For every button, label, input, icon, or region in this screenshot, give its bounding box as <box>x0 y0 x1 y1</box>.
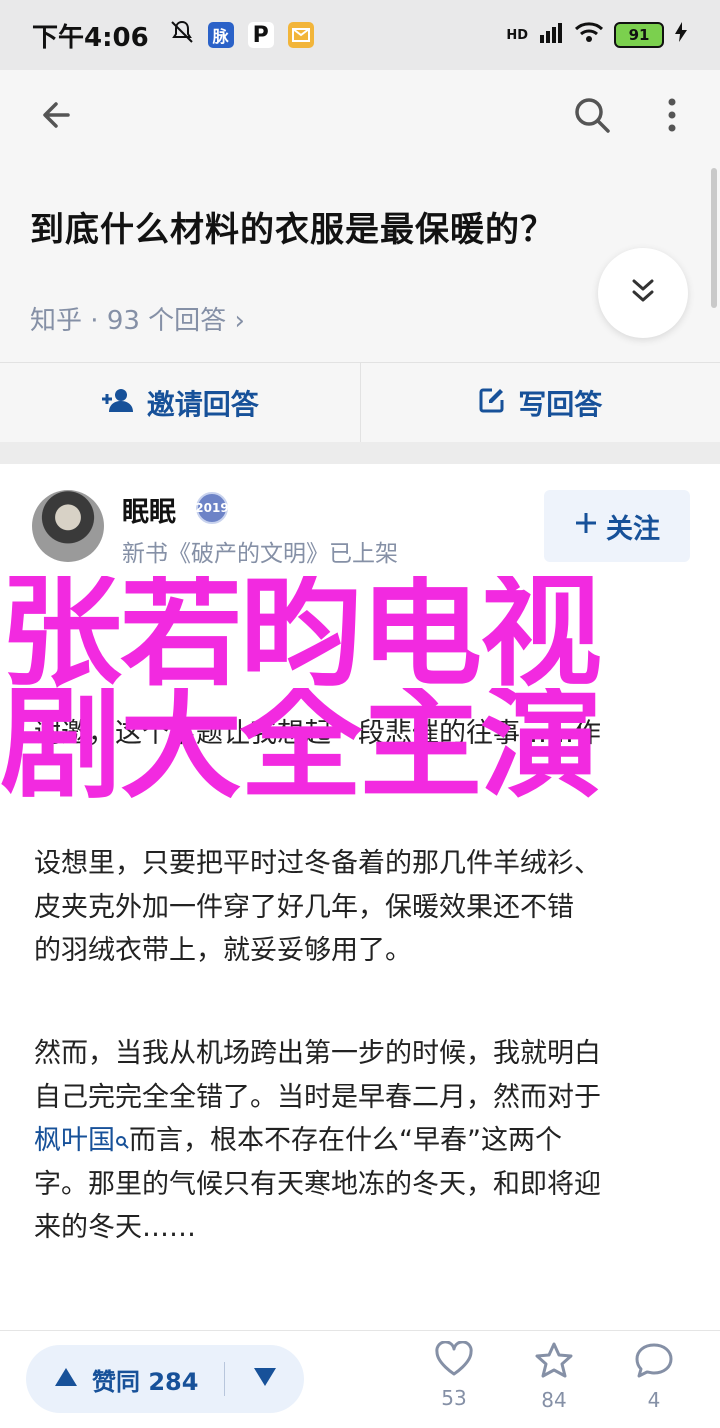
comment-button[interactable]: 4 <box>614 1341 694 1412</box>
para2-line: 自己完完全全错了。当时是早春二月，然而对于 <box>34 1076 694 1120</box>
comment-count: 4 <box>614 1388 694 1412</box>
question-header: 到底什么材料的衣服是最保暖的？ 知乎 · 93 个回答 › <box>0 160 720 360</box>
para1-line: 的羽绒衣带上，就妥妥够用了。 <box>34 929 694 973</box>
answer-card: 眠眠 2019 新书《破产的文明》已上架 关注 谢邀，这个话题让我想起一段悲催的… <box>0 464 720 1330</box>
answer-para1[interactable]: 设想里，只要把平时过冬备着的那几件羊绒衫、 皮夹克外加一件穿了好几年，保暖效果还… <box>34 842 694 973</box>
vote-group: 赞同 284 <box>26 1345 304 1413</box>
favorite-button[interactable]: 84 <box>514 1341 594 1412</box>
expand-button[interactable] <box>598 248 688 338</box>
like-button[interactable]: 53 <box>414 1341 494 1410</box>
upvote-button[interactable]: 赞同 284 <box>26 1362 224 1397</box>
answer-body[interactable]: 谢邀，这个话题让我想起一段悲催的往事……作 <box>34 712 694 756</box>
app-bar <box>0 70 720 160</box>
back-arrow-icon[interactable] <box>26 85 86 145</box>
signal-icon <box>538 20 564 50</box>
heart-icon <box>434 1358 474 1382</box>
para2-line: 枫叶国而言，根本不存在什么“早春”这两个 <box>34 1119 694 1163</box>
meta-dot: · <box>82 306 107 336</box>
answer-partial-line: 谢邀，这个话题让我想起一段悲催的往事……作 <box>34 712 694 756</box>
mute-icon <box>169 19 195 52</box>
write-answer-label: 写回答 <box>518 383 602 423</box>
follow-button[interactable]: 关注 <box>544 490 690 562</box>
question-title[interactable]: 到底什么材料的衣服是最保暖的？ <box>30 202 555 251</box>
network-type: HD <box>506 28 528 43</box>
like-count: 53 <box>414 1386 494 1410</box>
chevron-right-icon: › <box>234 306 244 336</box>
author-name[interactable]: 眠眠 <box>122 490 176 529</box>
triangle-down-icon <box>253 1367 277 1391</box>
comment-icon <box>634 1360 674 1384</box>
add-person-icon <box>101 387 135 420</box>
avatar[interactable] <box>32 490 104 562</box>
answer-para2[interactable]: 然而，当我从机场跨出第一步的时候，我就明白 自己完完全全错了。当时是早春二月，然… <box>34 1032 694 1250</box>
link-search-icon <box>115 1125 129 1156</box>
edit-icon <box>478 386 506 421</box>
para2-line: 来的冬天…… <box>34 1206 694 1250</box>
wifi-icon <box>574 20 604 50</box>
battery-level: 91 <box>629 26 650 44</box>
author-headline: 新书《破产的文明》已上架 <box>122 534 398 568</box>
para1-line: 皮夹克外加一件穿了好几年，保暖效果还不错 <box>34 886 694 930</box>
keyword-link[interactable]: 枫叶国 <box>34 1125 115 1156</box>
para1-line: 设想里，只要把平时过冬备着的那几件羊绒衫、 <box>34 842 694 886</box>
question-actions: 邀请回答 写回答 <box>0 362 720 444</box>
write-answer-button[interactable]: 写回答 <box>361 363 720 443</box>
para2-line: 字。那里的气候只有天寒地冻的冬天，和即将迎 <box>34 1163 694 1207</box>
plus-icon <box>574 511 598 542</box>
question-meta[interactable]: 知乎 · 93 个回答 › <box>30 300 245 337</box>
bottom-action-bar: 赞同 284 53 84 4 <box>0 1330 720 1428</box>
app-badge-icon: 脉 <box>208 22 234 48</box>
invite-answer-label: 邀请回答 <box>147 383 259 423</box>
double-chevron-down-icon <box>630 277 656 309</box>
triangle-up-icon <box>54 1365 78 1393</box>
status-time: 下午4:06 <box>32 17 149 54</box>
charging-icon <box>674 20 688 50</box>
badge-icon: 2019 <box>196 492 228 524</box>
scrollbar[interactable] <box>711 168 717 308</box>
status-bar: 下午4:06 脉 P HD 91 <box>0 0 720 70</box>
search-icon[interactable] <box>562 85 622 145</box>
para2-line: 然而，当我从机场跨出第一步的时候，我就明白 <box>34 1032 694 1076</box>
follow-label: 关注 <box>606 507 660 546</box>
upvote-label: 赞同 284 <box>92 1362 198 1397</box>
mail-icon <box>288 22 314 48</box>
invite-answer-button[interactable]: 邀请回答 <box>0 363 360 443</box>
battery-icon: 91 <box>614 22 664 48</box>
more-vert-icon[interactable] <box>642 85 702 145</box>
answer-count: 93 个回答 <box>107 306 226 336</box>
favorite-count: 84 <box>514 1388 594 1412</box>
p-icon: P <box>248 22 274 48</box>
star-icon <box>534 1360 574 1384</box>
section-gap <box>0 442 720 464</box>
question-source: 知乎 <box>30 306 82 336</box>
downvote-button[interactable] <box>225 1367 304 1391</box>
